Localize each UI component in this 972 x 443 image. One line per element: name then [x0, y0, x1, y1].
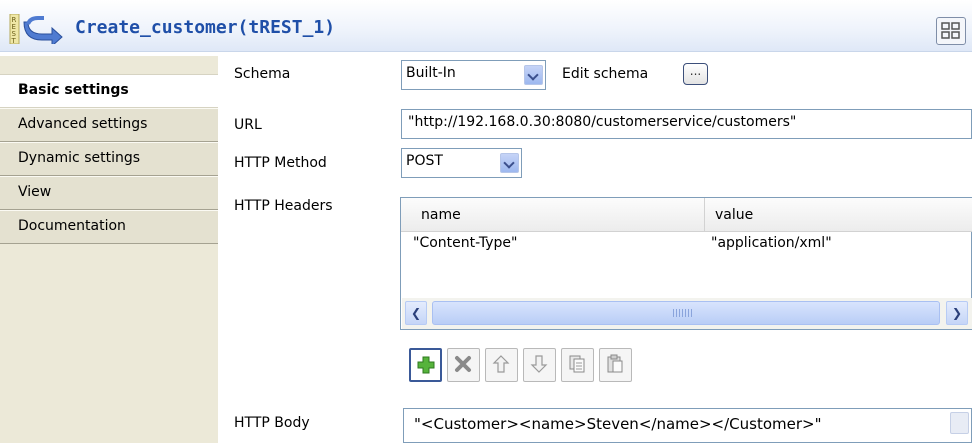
paste-button[interactable]	[599, 348, 632, 382]
tab-label: Basic settings	[18, 82, 129, 98]
tab-label: View	[18, 184, 52, 200]
http-headers-table[interactable]: name value "Content-Type" "application/x…	[400, 197, 972, 330]
copy-button[interactable]	[561, 348, 594, 382]
move-down-button[interactable]	[523, 348, 556, 382]
paste-icon	[607, 354, 623, 373]
title-bar: R E S T Create_customer(tREST_1)	[0, 0, 972, 52]
chevron-down-icon[interactable]	[500, 153, 519, 173]
header-name-cell[interactable]: "Content-Type"	[413, 235, 517, 251]
move-down-icon	[530, 355, 548, 373]
http-body-field[interactable]: "<Customer><name>Steven</name></Customer…	[403, 408, 972, 443]
layout-toggle-button[interactable]	[936, 17, 966, 45]
http-body-label: HTTP Body	[234, 415, 310, 431]
settings-sidebar: Basic settings Advanced settings Dynamic…	[0, 56, 218, 443]
add-row-button[interactable]	[409, 348, 442, 382]
http-method-value: POST	[406, 153, 443, 169]
add-icon	[417, 356, 435, 374]
move-up-icon	[492, 355, 510, 373]
remove-icon	[455, 356, 471, 372]
tab-documentation[interactable]: Documentation	[0, 210, 218, 244]
column-divider[interactable]	[704, 198, 705, 232]
url-label: URL	[234, 117, 262, 133]
tab-label: Dynamic settings	[18, 150, 141, 166]
tab-label: Advanced settings	[18, 116, 148, 132]
chevron-down-icon[interactable]	[524, 65, 543, 85]
schema-value: Built-In	[406, 65, 456, 81]
edit-schema-button[interactable]: ...	[683, 63, 708, 85]
tab-advanced-settings[interactable]: Advanced settings	[0, 108, 218, 142]
edit-schema-label: Edit schema	[562, 66, 649, 82]
scrollbar-thumb[interactable]	[432, 301, 940, 325]
rest-component-icon: R E S T	[6, 13, 66, 48]
remove-row-button[interactable]	[447, 348, 480, 382]
tab-view[interactable]: View	[0, 176, 218, 210]
schema-select[interactable]: Built-In	[401, 60, 546, 90]
tab-basic-settings[interactable]: Basic settings	[0, 74, 218, 108]
tab-label: Documentation	[18, 218, 126, 234]
http-headers-label: HTTP Headers	[234, 198, 333, 214]
svg-text:T: T	[11, 37, 17, 44]
tab-dynamic-settings[interactable]: Dynamic settings	[0, 142, 218, 176]
scroll-right-icon[interactable]: ❯	[946, 301, 968, 325]
table-header: name value	[401, 198, 972, 232]
horizontal-scrollbar[interactable]: ❮ ❯	[402, 298, 972, 329]
move-up-button[interactable]	[485, 348, 518, 382]
http-method-label: HTTP Method	[234, 155, 327, 171]
layout-icon	[941, 22, 960, 39]
scroll-left-icon[interactable]: ❮	[405, 301, 427, 325]
scroll-up-icon[interactable]	[950, 412, 969, 434]
column-header-name[interactable]: name	[421, 207, 461, 223]
url-field[interactable]: "http://192.168.0.30:8080/customerservic…	[401, 109, 972, 139]
header-value-cell[interactable]: "application/xml"	[711, 235, 832, 251]
schema-label: Schema	[234, 66, 291, 82]
column-header-value[interactable]: value	[715, 207, 753, 223]
http-method-select[interactable]: POST	[401, 148, 522, 178]
component-title: Create_customer(tREST_1)	[75, 17, 336, 38]
http-body-value: "<Customer><name>Steven</name></Customer…	[414, 415, 822, 433]
copy-icon	[569, 355, 585, 373]
